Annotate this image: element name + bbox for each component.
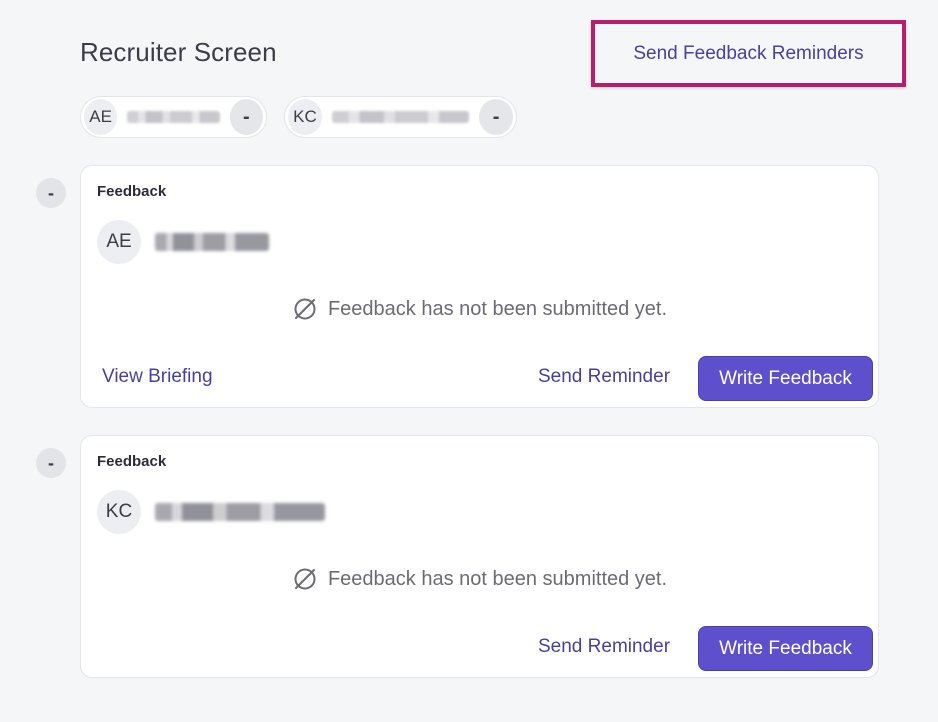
redacted-name: [331, 111, 470, 123]
redacted-name: [127, 111, 220, 123]
view-briefing-link[interactable]: View Briefing: [102, 366, 213, 388]
collapse-icon[interactable]: -: [36, 178, 66, 208]
feedback-label: Feedback: [97, 453, 167, 470]
send-reminder-link[interactable]: Send Reminder: [538, 366, 670, 388]
interviewer-chip-ae: AE -: [80, 96, 267, 138]
feedback-status-text: Feedback has not been submitted yet.: [327, 297, 668, 320]
feedback-label: Feedback: [97, 183, 167, 200]
feedback-card: Feedback AE Feedback has not been submit…: [80, 165, 879, 408]
write-feedback-button[interactable]: Write Feedback: [698, 356, 873, 401]
feedback-status: Feedback has not been submitted yet.: [81, 566, 878, 592]
page: Recruiter Screen Send Feedback Reminders…: [0, 0, 938, 722]
avatar: KC: [288, 99, 322, 135]
write-feedback-button[interactable]: Write Feedback: [698, 626, 873, 671]
send-feedback-reminders-link[interactable]: Send Feedback Reminders: [633, 43, 863, 65]
not-submitted-icon: [294, 568, 316, 590]
redacted-interviewer-name: [155, 503, 325, 521]
remove-interviewer-button[interactable]: -: [229, 99, 263, 135]
collapse-icon[interactable]: -: [36, 448, 66, 478]
not-submitted-icon: [294, 298, 316, 320]
avatar: AE: [84, 99, 118, 135]
feedback-card: Feedback KC Feedback has not been submit…: [80, 435, 879, 678]
interviewer-chip-kc: KC -: [284, 96, 517, 138]
feedback-status: Feedback has not been submitted yet.: [81, 296, 878, 322]
send-feedback-reminders-highlight: Send Feedback Reminders: [591, 20, 906, 87]
remove-interviewer-button[interactable]: -: [479, 99, 514, 135]
page-title: Recruiter Screen: [80, 37, 277, 67]
avatar: AE: [97, 220, 141, 264]
redacted-interviewer-name: [155, 233, 269, 251]
send-reminder-link[interactable]: Send Reminder: [538, 636, 670, 658]
avatar: KC: [97, 490, 141, 534]
feedback-status-text: Feedback has not been submitted yet.: [327, 567, 668, 590]
